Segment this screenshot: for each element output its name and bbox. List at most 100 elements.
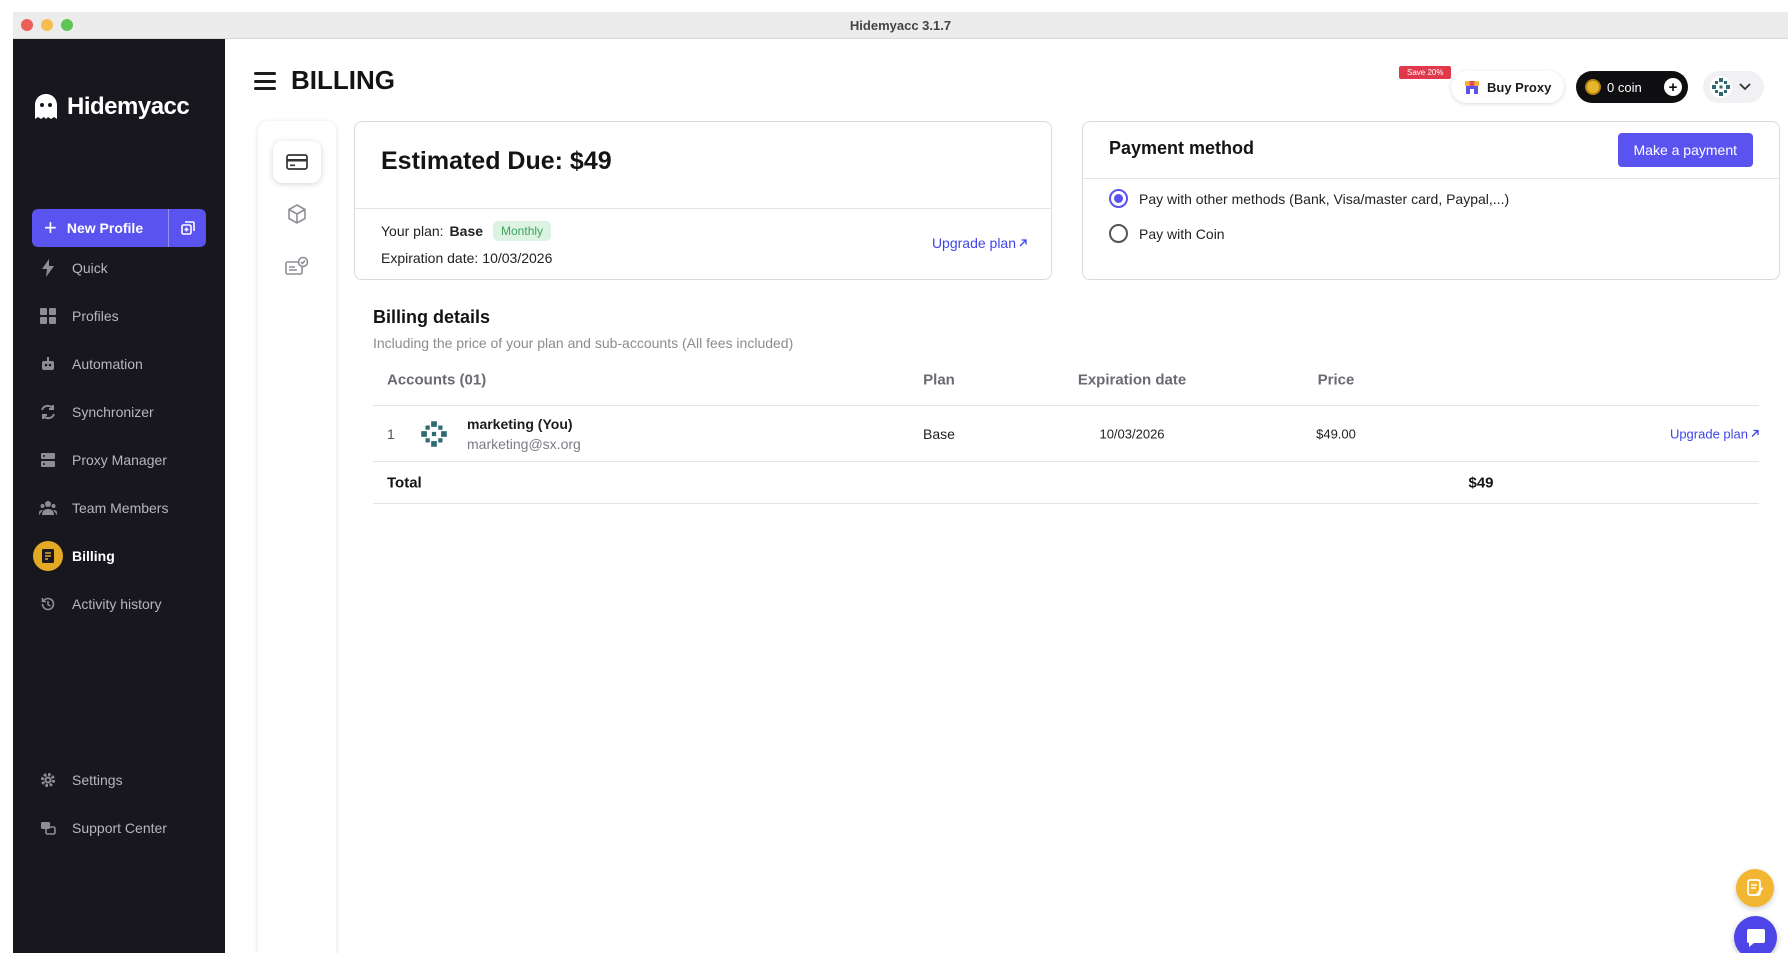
sidebar-item-team-members[interactable]: Team Members — [32, 491, 206, 525]
billing-details-title: Billing details — [373, 307, 491, 327]
payment-method-title: Payment method — [1109, 138, 1255, 158]
billing-cycle-badge: Monthly — [493, 221, 552, 241]
chat-icon — [1746, 928, 1765, 947]
app-window: Hidemyacc 3.1.7 Hidemyacc + New Profile … — [13, 12, 1788, 953]
coin-balance[interactable]: 0 coin + — [1576, 71, 1688, 103]
current-plan: Your plan: Base Monthly — [381, 221, 552, 241]
radio-selected[interactable] — [1109, 189, 1128, 208]
sidebar-item-label: Quick — [72, 260, 108, 276]
sidebar-item-automation[interactable]: Automation — [32, 347, 206, 381]
payment-option-other[interactable]: Pay with other methods (Bank, Visa/maste… — [1109, 189, 1509, 208]
sidebar-item-billing[interactable]: Billing — [32, 539, 206, 573]
column-price: Price — [1317, 371, 1355, 388]
logo-text: Hidemyacc — [67, 93, 190, 120]
buy-proxy-button[interactable]: Buy Proxy — [1451, 71, 1565, 103]
sidebar: Hidemyacc + New Profile Quick Profiles A… — [13, 39, 225, 953]
sidebar-item-synchronizer[interactable]: Synchronizer — [32, 395, 206, 429]
subnav-package[interactable] — [273, 193, 321, 235]
chevron-down-icon — [1739, 83, 1751, 91]
gear-icon — [38, 770, 58, 790]
support-icon — [38, 818, 58, 838]
column-accounts: Accounts (01) — [387, 371, 487, 388]
row-plan: Base — [923, 425, 955, 442]
column-expiration: Expiration date — [1077, 371, 1187, 388]
title-bar: Hidemyacc 3.1.7 — [13, 12, 1788, 39]
total-value: $49 — [1468, 474, 1494, 491]
new-profile-button[interactable]: + New Profile — [32, 209, 206, 247]
batch-profile-button[interactable] — [168, 209, 206, 247]
make-payment-button[interactable]: Make a payment — [1617, 133, 1753, 167]
save-badge: Save 20% — [1399, 66, 1452, 79]
note-edit-icon — [1747, 879, 1764, 896]
sidebar-item-label: Synchronizer — [72, 404, 154, 420]
app-logo: Hidemyacc — [33, 93, 190, 121]
expiration-label: Expiration date: — [381, 250, 479, 266]
payment-option-coin[interactable]: Pay with Coin — [1109, 224, 1225, 243]
sidebar-item-label: Team Members — [72, 500, 169, 516]
new-profile-main[interactable]: + New Profile — [32, 209, 168, 247]
window-title: Hidemyacc 3.1.7 — [849, 18, 952, 33]
upgrade-plan-link[interactable]: Upgrade plan — [932, 235, 1027, 251]
expiration-date: 10/03/2026 — [482, 250, 553, 266]
billing-details-subtitle: Including the price of your plan and sub… — [373, 335, 794, 351]
sidebar-item-settings[interactable]: Settings — [32, 763, 206, 797]
radio-unselected[interactable] — [1109, 224, 1128, 243]
sidebar-item-quick[interactable]: Quick — [32, 251, 206, 285]
invoice-check-icon — [285, 256, 309, 275]
billing-icon — [33, 541, 63, 571]
sync-icon — [38, 402, 58, 422]
row-expiration: 10/03/2026 — [1099, 426, 1165, 441]
divider — [1083, 178, 1779, 179]
buy-proxy-label: Buy Proxy — [1487, 79, 1552, 95]
external-arrow-icon — [1019, 239, 1027, 247]
sidebar-item-profiles[interactable]: Profiles — [32, 299, 206, 333]
expiration-line: Expiration date: 10/03/2026 — [381, 250, 552, 266]
column-plan: Plan — [923, 371, 955, 388]
external-arrow-icon — [1751, 429, 1759, 437]
server-icon — [38, 450, 58, 470]
sidebar-item-label: Support Center — [72, 820, 167, 836]
plan-label: Your plan: — [381, 223, 444, 239]
avatar — [418, 417, 450, 450]
account-name: marketing (You) — [467, 415, 573, 432]
account-cell: marketing (You) marketing@sx.org — [417, 416, 581, 452]
sidebar-item-label: Proxy Manager — [72, 452, 167, 468]
chat-support-button[interactable] — [1734, 916, 1777, 953]
total-row: Total $49 — [373, 462, 1759, 504]
sidebar-item-activity-history[interactable]: Activity history — [32, 587, 206, 621]
total-label: Total — [387, 474, 422, 491]
payment-option-label: Pay with Coin — [1139, 225, 1225, 242]
add-coin-icon[interactable]: + — [1664, 78, 1682, 96]
payment-method-card: Payment method Make a payment Pay with o… — [1082, 121, 1780, 280]
credit-card-icon — [286, 154, 308, 170]
robot-icon — [38, 354, 58, 374]
ghost-logo-icon — [35, 94, 57, 119]
plan-name: Base — [449, 223, 484, 239]
payment-option-label: Pay with other methods (Bank, Visa/maste… — [1139, 190, 1510, 207]
sidebar-item-label: Profiles — [72, 308, 119, 324]
copy-add-icon — [180, 221, 195, 235]
sidebar-item-support-center[interactable]: Support Center — [32, 811, 206, 845]
team-icon — [38, 498, 58, 518]
menu-toggle-icon[interactable] — [254, 72, 276, 90]
account-menu[interactable] — [1703, 71, 1764, 103]
sidebar-item-proxy-manager[interactable]: Proxy Manager — [32, 443, 206, 477]
bolt-icon — [38, 258, 58, 278]
sidebar-item-label: Activity history — [72, 596, 162, 612]
page-title: BILLING — [291, 65, 395, 95]
row-upgrade-plan-link[interactable]: Upgrade plan — [1670, 426, 1759, 441]
history-icon — [38, 594, 58, 614]
grid-icon — [38, 306, 58, 326]
upgrade-plan-label: Upgrade plan — [1669, 426, 1748, 441]
subnav-invoice[interactable] — [273, 245, 321, 287]
sidebar-item-label: Automation — [72, 356, 143, 372]
notes-button[interactable] — [1736, 869, 1774, 907]
main-content: BILLING Save 20% Buy Proxy 0 coin + Esti… — [225, 39, 1788, 953]
coin-icon — [1585, 79, 1601, 95]
billing-table: Accounts (01) Plan Expiration date Price… — [373, 354, 1759, 504]
billing-subnav — [258, 121, 336, 953]
table-header: Accounts (01) Plan Expiration date Price — [373, 354, 1759, 406]
subnav-billing-card[interactable] — [273, 141, 321, 183]
row-price: $49.00 — [1316, 426, 1356, 441]
sidebar-item-label: Billing — [72, 548, 115, 564]
